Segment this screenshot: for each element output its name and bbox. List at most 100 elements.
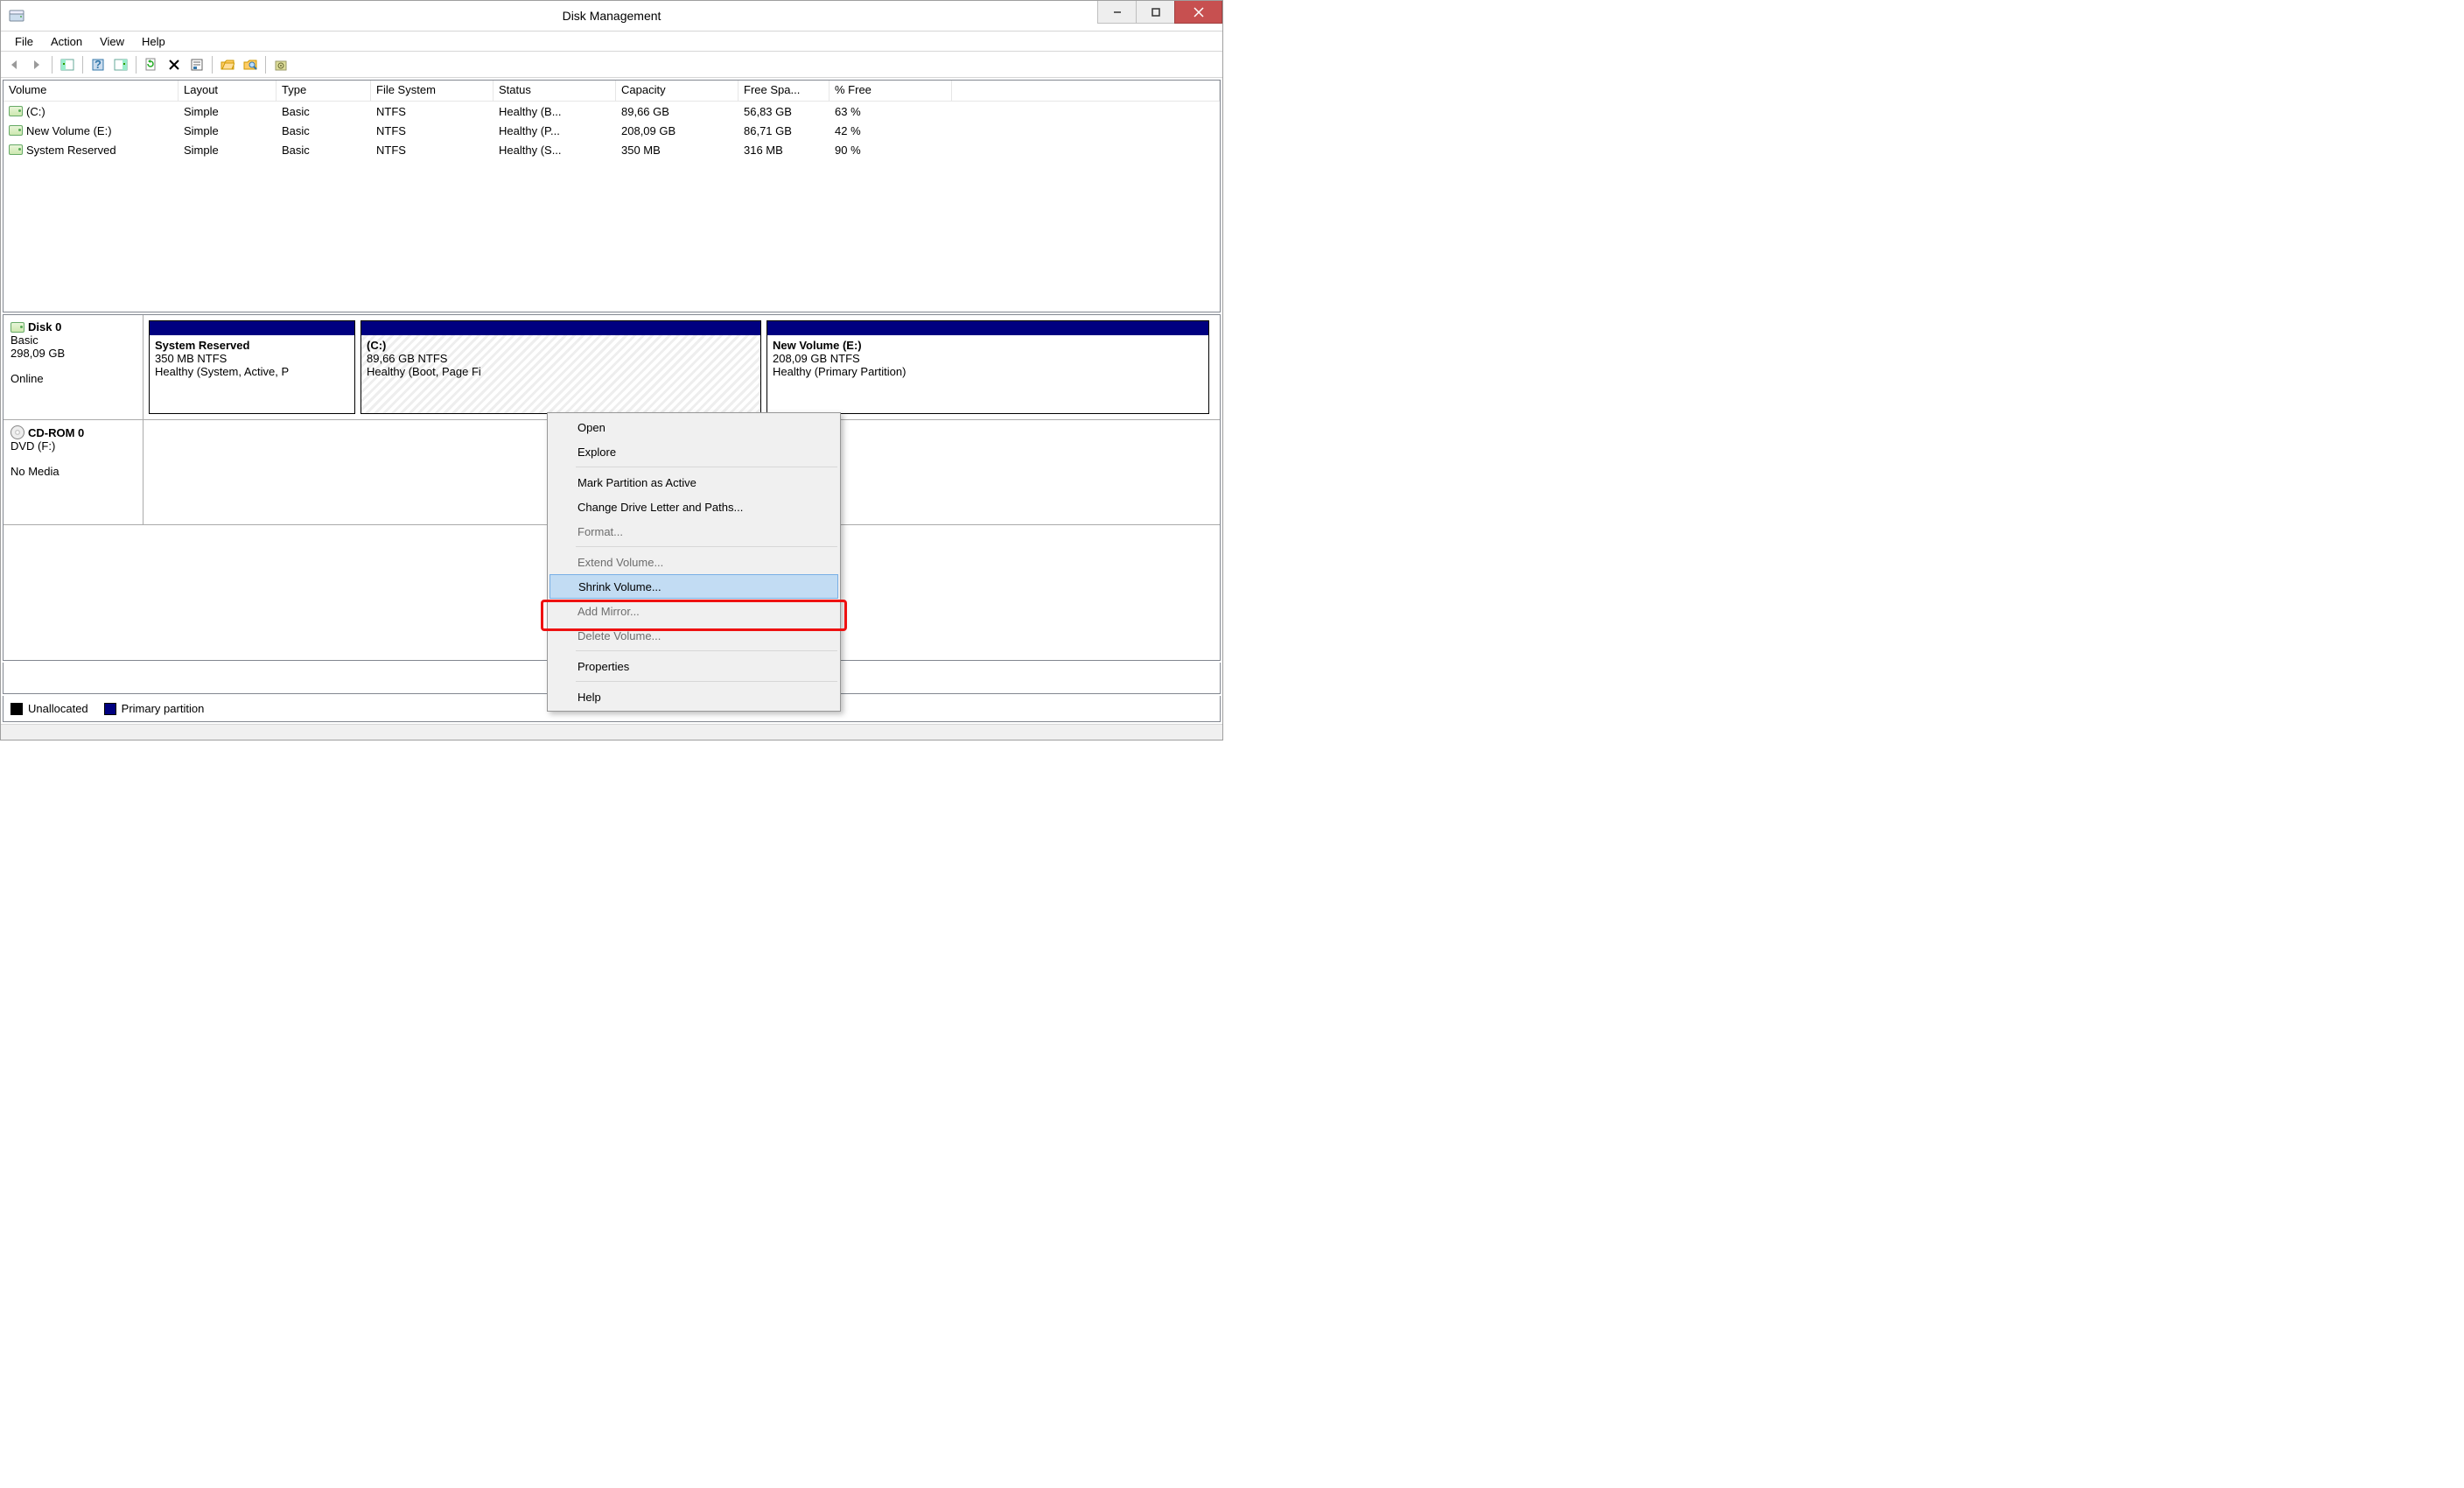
column-header-free[interactable]: Free Spa... <box>738 81 830 101</box>
context-shrink[interactable]: Shrink Volume... <box>550 574 838 599</box>
help-icon[interactable]: ? <box>88 55 108 74</box>
legend-unallocated: Unallocated <box>10 702 88 715</box>
context-menu: Open Explore Mark Partition as Active Ch… <box>547 412 841 712</box>
volume-cell-status: Healthy (P... <box>494 123 616 138</box>
volume-row[interactable]: System ReservedSimpleBasicNTFSHealthy (S… <box>4 140 1220 159</box>
volume-cell-volume: System Reserved <box>4 143 178 158</box>
volume-cell-capacity: 208,09 GB <box>616 123 738 138</box>
volume-cell-type: Basic <box>276 143 371 158</box>
partition-header <box>767 321 1208 335</box>
partition-status: Healthy (System, Active, P <box>155 365 349 378</box>
volume-cell-layout: Simple <box>178 104 276 119</box>
column-header-pct[interactable]: % Free <box>830 81 952 101</box>
volume-cell-pct: 63 % <box>830 104 952 119</box>
delete-icon[interactable] <box>164 55 184 74</box>
volume-cell-free: 56,83 GB <box>738 104 830 119</box>
disk-partitions: System Reserved350 MB NTFSHealthy (Syste… <box>144 315 1220 419</box>
status-bar <box>1 724 1222 740</box>
volume-cell-volume: (C:) <box>4 104 178 119</box>
cd-icon <box>10 425 24 439</box>
context-help[interactable]: Help <box>550 684 838 709</box>
disk-info-line: No Media <box>10 465 136 478</box>
column-header-volume[interactable]: Volume <box>4 81 178 101</box>
back-icon[interactable] <box>4 55 24 74</box>
volume-list-header: VolumeLayoutTypeFile SystemStatusCapacit… <box>4 81 1220 102</box>
context-open[interactable]: Open <box>550 415 838 439</box>
refresh-icon[interactable] <box>142 55 161 74</box>
column-header-capacity[interactable]: Capacity <box>616 81 738 101</box>
partition-body: System Reserved350 MB NTFSHealthy (Syste… <box>150 335 354 413</box>
column-header-tail[interactable] <box>952 81 1220 101</box>
disk-info[interactable]: CD-ROM 0DVD (F:)No Media <box>4 420 144 524</box>
context-change-letter[interactable]: Change Drive Letter and Paths... <box>550 495 838 519</box>
action-pane-icon[interactable] <box>111 55 130 74</box>
volume-cell-layout: Simple <box>178 143 276 158</box>
separator <box>265 56 266 74</box>
disk-management-window: Disk Management File Action View Help ? <box>0 0 1223 740</box>
partition[interactable]: (C:)89,66 GB NTFSHealthy (Boot, Page Fi <box>360 320 761 414</box>
partition-title: (C:) <box>367 339 755 352</box>
volume-list-body: (C:)SimpleBasicNTFSHealthy (B...89,66 GB… <box>4 102 1220 312</box>
disk-info[interactable]: Disk 0Basic298,09 GBOnline <box>4 315 144 419</box>
volume-cell-pct: 42 % <box>830 123 952 138</box>
partition-header <box>361 321 760 335</box>
svg-text:?: ? <box>94 58 102 71</box>
partition[interactable]: New Volume (E:)208,09 GB NTFSHealthy (Pr… <box>766 320 1209 414</box>
disk-name: Disk 0 <box>10 320 136 333</box>
volume-cell-fs: NTFS <box>371 104 494 119</box>
context-properties[interactable]: Properties <box>550 654 838 678</box>
separator <box>212 56 213 74</box>
swatch-navy-icon <box>104 703 116 715</box>
properties-icon[interactable] <box>187 55 206 74</box>
drive-icon <box>10 322 24 333</box>
drive-icon <box>9 144 23 155</box>
settings-icon[interactable] <box>271 55 290 74</box>
volume-cell-volume: New Volume (E:) <box>4 123 178 138</box>
separator <box>576 650 837 651</box>
separator <box>576 546 837 547</box>
context-mirror[interactable]: Add Mirror... <box>550 599 838 623</box>
partition-body: (C:)89,66 GB NTFSHealthy (Boot, Page Fi <box>361 335 760 413</box>
menu-file[interactable]: File <box>6 32 42 51</box>
toolbar: ? <box>1 52 1222 78</box>
menu-view[interactable]: View <box>91 32 133 51</box>
maximize-button[interactable] <box>1136 1 1175 24</box>
volume-cell-layout: Simple <box>178 123 276 138</box>
menu-action[interactable]: Action <box>42 32 91 51</box>
partition-title: New Volume (E:) <box>773 339 1203 352</box>
volume-cell-status: Healthy (S... <box>494 143 616 158</box>
column-header-type[interactable]: Type <box>276 81 371 101</box>
volume-row[interactable]: (C:)SimpleBasicNTFSHealthy (B...89,66 GB… <box>4 102 1220 121</box>
minimize-button[interactable] <box>1097 1 1137 24</box>
column-header-fs[interactable]: File System <box>371 81 494 101</box>
context-delete[interactable]: Delete Volume... <box>550 623 838 648</box>
volume-cell-status: Healthy (B... <box>494 104 616 119</box>
context-format[interactable]: Format... <box>550 519 838 544</box>
separator <box>576 681 837 682</box>
volume-cell-capacity: 350 MB <box>616 143 738 158</box>
legend-primary-label: Primary partition <box>122 702 205 715</box>
partition[interactable]: System Reserved350 MB NTFSHealthy (Syste… <box>149 320 355 414</box>
menubar: File Action View Help <box>1 31 1222 52</box>
volume-cell-pct: 90 % <box>830 143 952 158</box>
close-button[interactable] <box>1174 1 1222 24</box>
column-header-status[interactable]: Status <box>494 81 616 101</box>
volume-row[interactable]: New Volume (E:)SimpleBasicNTFSHealthy (P… <box>4 121 1220 140</box>
forward-icon[interactable] <box>27 55 46 74</box>
context-explore[interactable]: Explore <box>550 439 838 464</box>
volume-cell-free: 86,71 GB <box>738 123 830 138</box>
column-header-layout[interactable]: Layout <box>178 81 276 101</box>
disk-info-line: 298,09 GB <box>10 347 136 360</box>
menu-help[interactable]: Help <box>133 32 174 51</box>
volume-list: VolumeLayoutTypeFile SystemStatusCapacit… <box>3 80 1221 312</box>
legend-primary: Primary partition <box>104 702 205 715</box>
partition-size: 89,66 GB NTFS <box>367 352 755 365</box>
volume-cell-type: Basic <box>276 104 371 119</box>
show-hide-console-icon[interactable] <box>58 55 77 74</box>
volume-cell-free: 316 MB <box>738 143 830 158</box>
context-extend[interactable]: Extend Volume... <box>550 550 838 574</box>
open-folder-icon[interactable] <box>218 55 237 74</box>
context-mark-active[interactable]: Mark Partition as Active <box>550 470 838 495</box>
disk-row: Disk 0Basic298,09 GBOnlineSystem Reserve… <box>4 315 1220 420</box>
search-icon[interactable] <box>241 55 260 74</box>
